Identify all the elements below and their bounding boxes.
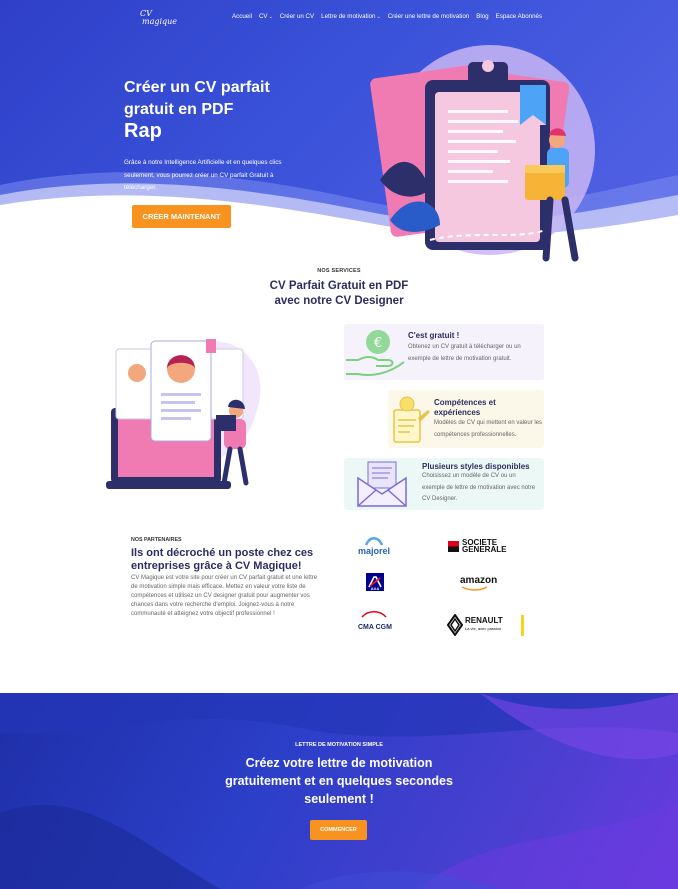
nav-link-accueil[interactable]: Accueil [232,13,252,20]
logo-renault: RENAULT La vie, avec passion [447,614,524,636]
partners-title: Ils ont décroché un poste chez ces entre… [131,547,314,572]
nav-links: Accueil CV ⌄ Créer un CV Lettre de motiva… [232,13,542,20]
logo-amazon: amazon [460,575,497,591]
logo-axa: AXA [366,573,384,591]
cv-designer-illustration [106,339,261,489]
renault-diamond-icon [447,614,463,636]
cma-cgm-arc-icon [361,611,387,618]
renault-tagline: La vie, avec passion [465,626,502,631]
amazon-smile-icon [461,586,488,591]
lightbulb-document-icon [393,396,430,443]
nav-link-lettre[interactable]: Lettre de motivation ⌄ [321,13,381,20]
logo-cma-cgm: CMA CGM [358,611,392,634]
renault-text: RENAULT [465,616,503,625]
service-card-gratuit: € C'est gratuit ! Obtenez un CV gratuit … [344,324,544,380]
renault-text-block: RENAULT La vie, avec passion [465,617,503,633]
cta-title: Créez votre lettre de motivation gratuit… [225,756,453,806]
service-card-description: Choisissez un modèle de CV ou un exemple… [422,473,536,502]
main-nav: CV magique Accueil CV ⌄ Créer un CV Lettr… [0,10,678,26]
logo-societe-generale: SOCIETE GENERALE [448,539,507,554]
cover-letter-cta-section: LETTRE DE MOTIVATION SIMPLE Créez votre … [0,693,678,889]
services-title: CV Parfait Gratuit en PDF avec notre CV … [0,279,678,309]
service-card-title: Compétences et expériences [434,398,496,417]
renault-yellow-bar [520,614,524,636]
cta-commencer-button[interactable]: COMMENCER [310,820,367,840]
axa-text: AXA [371,586,380,591]
nav-link-creer-lettre[interactable]: Créer une lettre de motivation [388,13,470,20]
hero-cta-button[interactable]: CRÉER MAINTENANT [132,205,231,228]
svg-text:€: € [374,336,382,351]
nav-link-creer-cv[interactable]: Créer un CV [280,13,314,20]
site-logo[interactable]: CV magique [140,10,177,26]
clipboard-illustration [370,45,595,262]
sg-line-2: GENERALE [462,545,507,554]
services-kicker: NOS SERVICES [317,268,361,274]
service-card-styles: Plusieurs styles disponibles Choisissez … [344,458,544,510]
amazon-text: amazon [460,575,498,586]
services-title-line-1: CV Parfait Gratuit en PDF [269,280,409,292]
cta-kicker: LETTRE DE MOTIVATION SIMPLE [295,742,383,748]
logo-line-2: magique [142,17,178,26]
societe-generale-mark-icon [448,540,459,552]
chevron-down-icon: ⌄ [376,13,381,20]
majorel-mark-icon [364,537,384,546]
hero-title: Créer un CV parfait gratuit en PDF [124,79,270,118]
hero-description: Grâce à notre Intelligence Artificielle … [124,159,282,191]
hero-section: CV magique Accueil CV ⌄ Créer un CV Lettr… [0,0,678,270]
service-card-description: Modèles de CV qui mettent en valeur les … [434,420,543,438]
nav-link-cv[interactable]: CV ⌄ [259,13,273,20]
nav-link-espace-abonnes[interactable]: Espace Abonnés [496,13,542,20]
euro-hand-icon: € [346,330,405,376]
majorel-text: majorel [358,546,391,556]
partners-kicker: NOS PARTENAIRES [131,537,182,543]
chevron-down-icon: ⌄ [268,13,273,20]
axa-logo-icon: AXA [366,573,384,591]
logo-majorel: majorel [358,536,390,556]
partners-description: CV Magique est votre site pour créer un … [131,575,318,617]
service-card-description: Obtenez un CV gratuit à télécharger ou u… [408,344,521,362]
service-card-competences: Compétences et expériences Modèles de CV… [388,390,544,448]
societe-generale-text: SOCIETE GENERALE [462,539,507,554]
nav-link-lettre-label: Lettre de motivation [321,13,376,20]
hero-title-accent: Rap [124,120,162,142]
cma-cgm-text: CMA CGM [358,624,392,631]
envelope-letter-icon [357,461,407,507]
services-title-line-2: avec notre CV Designer [274,295,404,307]
service-card-title: C'est gratuit ! [408,331,460,340]
nav-link-blog[interactable]: Blog [476,13,488,20]
nav-link-cv-label: CV [258,13,268,20]
